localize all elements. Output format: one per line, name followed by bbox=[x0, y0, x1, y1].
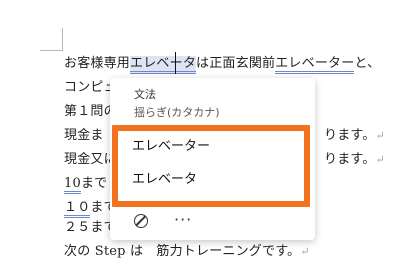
text-segment: お客様専用 bbox=[64, 56, 131, 71]
ignore-icon[interactable] bbox=[134, 214, 148, 228]
popup-issue-type: 揺らぎ(カタカナ) bbox=[134, 106, 220, 119]
text-segment: まで bbox=[80, 176, 108, 191]
paragraph-mark: ↵ bbox=[375, 129, 385, 142]
text-segment: ります。 bbox=[324, 152, 376, 167]
flagged-word[interactable]: 10 bbox=[64, 176, 81, 194]
document-line-2: コンピュ bbox=[64, 80, 117, 96]
text-segment: ります。 bbox=[324, 128, 376, 143]
popup-category: 文法 bbox=[134, 88, 156, 101]
flagged-word-selected[interactable]: エレベータ bbox=[130, 56, 197, 74]
text-segment: 現金ま bbox=[64, 128, 104, 143]
flagged-word[interactable]: １０ bbox=[64, 200, 91, 218]
document-line-6: 10まで bbox=[64, 176, 108, 194]
page-margin-corner bbox=[40, 28, 63, 51]
text-segment: は正面玄関前 bbox=[196, 56, 276, 71]
document-line-5: 現金又に bbox=[64, 152, 117, 168]
text-segment: 第１問の bbox=[64, 104, 117, 119]
paragraph-mark: ↵ bbox=[375, 153, 385, 166]
suggestion-item-2[interactable]: エレベータ bbox=[132, 167, 292, 193]
flagged-word[interactable]: エレベーター bbox=[275, 56, 355, 74]
document-line-7: １０まで bbox=[64, 200, 117, 218]
document-line-9: 次の Step は 筋力トレーニングです。↵ bbox=[64, 244, 310, 260]
suggestion-list-highlight: エレベーター エレベータ bbox=[112, 125, 310, 207]
text-segment: と、 bbox=[354, 56, 381, 71]
paragraph-mark: ↵ bbox=[300, 245, 310, 258]
text-segment: 現金又に bbox=[64, 152, 117, 167]
text-segment: コンピュ bbox=[64, 80, 117, 95]
document-line-4: 現金ま bbox=[64, 128, 104, 144]
document-line-8: ２５まで bbox=[64, 220, 117, 236]
selected-text-a: エレベ bbox=[130, 56, 170, 71]
document-line-1[interactable]: お客様専用エレベータは正面玄関前エレベーターと、 bbox=[64, 56, 381, 74]
document-line-3: 第１問の bbox=[64, 104, 117, 120]
document-line-4-end: ります。↵ bbox=[324, 128, 385, 144]
selected-text-b: ータ bbox=[169, 56, 197, 71]
document-line-5-end: ります。↵ bbox=[324, 152, 385, 168]
more-options-icon[interactable]: ··· bbox=[174, 210, 192, 229]
text-cursor bbox=[175, 52, 176, 74]
editor-suggestion-popup: 文法 揺らぎ(カタカナ) エレベーター エレベータ ··· bbox=[110, 78, 315, 240]
text-segment: 次の Step は 筋力トレーニングです。 bbox=[64, 244, 301, 259]
suggestion-item-1[interactable]: エレベーター bbox=[132, 134, 292, 160]
text-segment: ２５まで bbox=[64, 220, 117, 235]
